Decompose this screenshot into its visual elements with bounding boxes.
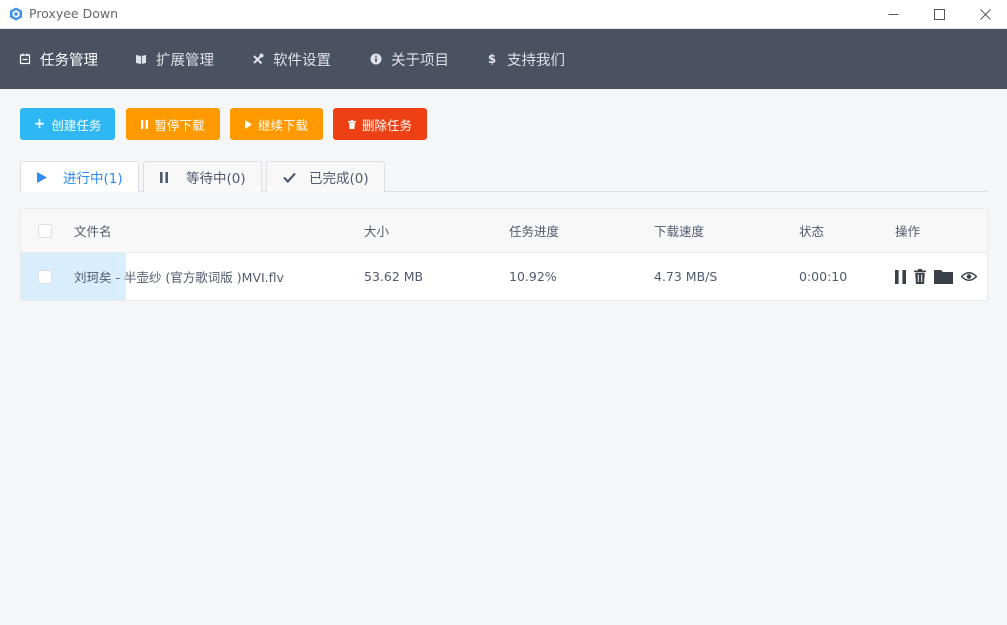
nav-item-settings[interactable]: 软件设置 [252, 29, 331, 89]
pause-icon [160, 171, 174, 183]
create-task-button[interactable]: + 创建任务 [20, 108, 115, 140]
pause-icon[interactable] [895, 269, 906, 284]
dollar-icon: $ [487, 52, 497, 66]
select-all-checkbox[interactable] [38, 209, 52, 252]
create-task-label: 创建任务 [51, 117, 102, 133]
resume-download-label: 继续下载 [257, 117, 308, 133]
tab-waiting-label: 等待中(0) [186, 171, 246, 187]
nav-item-label: 扩展管理 [156, 52, 214, 69]
row-file-name: 刘珂矣 - 半壶纱 (官方歌词版 )MVI.flv [74, 270, 284, 285]
trash-icon [347, 119, 356, 129]
row-checkbox[interactable] [38, 253, 52, 300]
header-size: 大小 [364, 224, 390, 239]
minimize-button[interactable] [870, 0, 916, 29]
header-status: 状态 [799, 224, 825, 239]
header-actions: 操作 [895, 224, 921, 239]
delete-task-button[interactable]: 删除任务 [333, 108, 427, 140]
nav-item-task-management[interactable]: 任务管理 [19, 29, 98, 89]
row-status: 0:00:10 [799, 269, 848, 284]
nav-item-label: 软件设置 [273, 52, 331, 69]
tab-running-label: 进行中(1) [63, 171, 123, 187]
row-actions [895, 253, 977, 300]
play-icon [37, 171, 51, 183]
nav-item-label: 任务管理 [40, 52, 98, 69]
task-table: 文件名 大小 任务进度 下载速度 状态 操作 刘珂矣 - 半壶纱 (官方歌词版 … [20, 208, 988, 301]
info-icon [370, 53, 382, 65]
pause-download-label: 暂停下载 [154, 117, 205, 133]
check-icon [283, 172, 297, 183]
minimize-icon [888, 14, 898, 15]
tools-icon [252, 53, 264, 65]
close-button[interactable] [962, 0, 1007, 29]
row-size: 53.62 MB [364, 269, 424, 284]
row-progress: 10.92% [509, 269, 557, 284]
close-icon [979, 9, 991, 20]
maximize-button[interactable] [916, 0, 962, 29]
tab-running[interactable]: 进行中(1) [20, 161, 139, 192]
header-progress: 任务进度 [509, 224, 560, 239]
table-row[interactable]: 刘珂矣 - 半壶纱 (官方歌词版 )MVI.flv 53.62 MB 10.92… [21, 253, 987, 300]
nav-item-label: 支持我们 [507, 52, 565, 69]
folder-icon[interactable] [934, 269, 953, 284]
trash-icon[interactable] [914, 269, 926, 284]
tab-completed-label: 已完成(0) [309, 171, 369, 187]
eye-icon[interactable] [961, 271, 977, 282]
book-icon [135, 53, 147, 65]
nav-item-label: 关于项目 [391, 52, 449, 69]
header-speed: 下载速度 [654, 224, 705, 239]
main-nav: 任务管理 扩展管理 软件设置 关于项目 $ 支持我们 [0, 29, 1007, 89]
nav-item-about[interactable]: 关于项目 [370, 29, 449, 89]
nav-item-extension-management[interactable]: 扩展管理 [135, 29, 214, 89]
maximize-icon [933, 9, 945, 20]
window-title: Proxyee Down [29, 6, 119, 21]
delete-task-label: 删除任务 [361, 117, 412, 133]
title-bar: Proxyee Down [0, 0, 1007, 29]
pause-download-button[interactable]: 暂停下载 [126, 108, 220, 140]
tab-completed[interactable]: 已完成(0) [266, 161, 385, 192]
nav-item-support[interactable]: $ 支持我们 [486, 29, 565, 89]
header-file-name: 文件名 [74, 224, 112, 239]
row-speed: 4.73 MB/S [654, 269, 718, 284]
pause-icon [141, 119, 149, 129]
table-header: 文件名 大小 任务进度 下载速度 状态 操作 [21, 209, 987, 253]
resume-download-button[interactable]: 继续下载 [230, 108, 323, 140]
play-icon [244, 119, 252, 129]
app-logo-icon [10, 7, 22, 21]
task-icon [19, 53, 31, 65]
tab-waiting[interactable]: 等待中(0) [143, 161, 262, 192]
plus-icon: + [33, 116, 46, 132]
